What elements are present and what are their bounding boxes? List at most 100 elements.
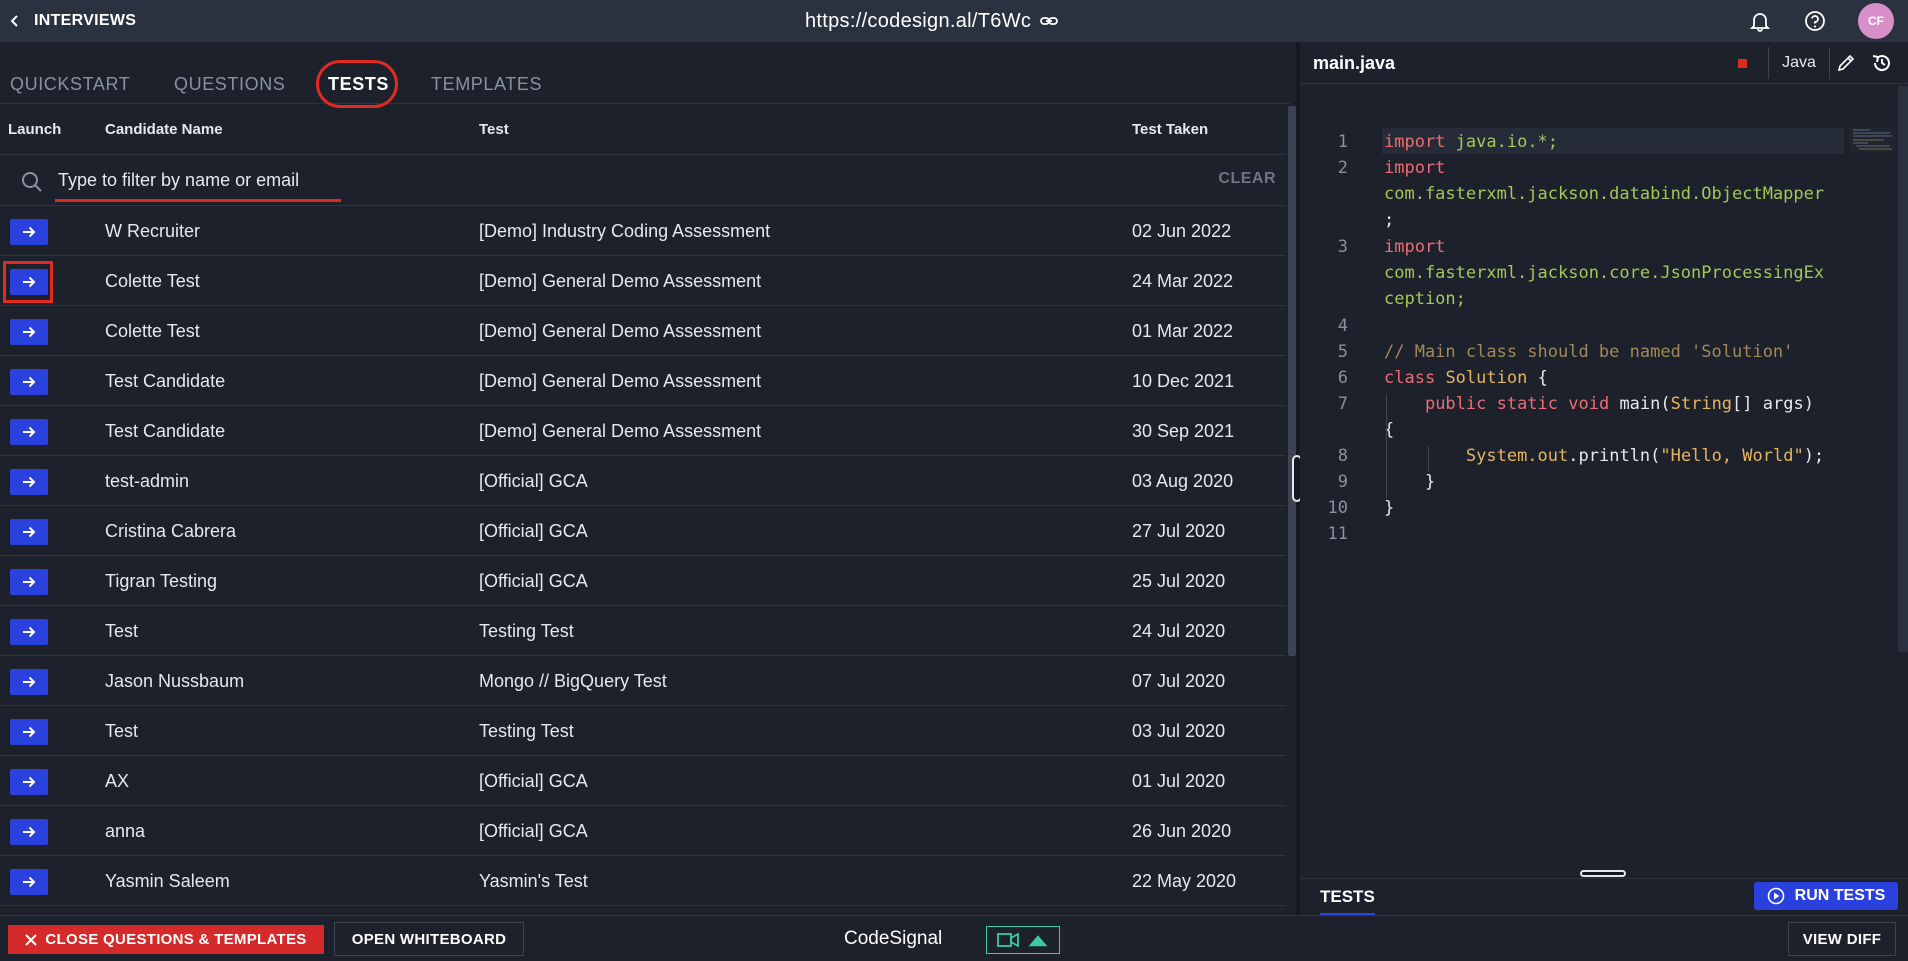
launch-button[interactable] [10, 419, 48, 445]
tab-questions[interactable]: QUESTIONS [174, 74, 285, 95]
launch-button[interactable] [10, 619, 48, 645]
tab-templates[interactable]: TEMPLATES [431, 74, 542, 95]
line-number: 4 [1337, 316, 1348, 336]
candidate-name: Colette Test [105, 271, 200, 291]
candidate-name: Test Candidate [105, 371, 226, 391]
table-row: Test Testing Test 03 Jul 2020 [0, 706, 1286, 756]
launch-button[interactable] [10, 569, 48, 595]
test-date: 22 May 2020 [1132, 871, 1237, 891]
code-line: ; [1384, 210, 1395, 230]
test-name: Yasmin's Test [479, 871, 588, 891]
close-questions-button[interactable]: CLOSE QUESTIONS & TEMPLATES [8, 925, 324, 954]
launch-button[interactable] [10, 219, 48, 245]
test-date: 27 Jul 2020 [1132, 521, 1226, 541]
table-row: Test Candidate [Demo] General Demo Assess… [0, 356, 1286, 406]
test-name: [Official] GCA [479, 471, 588, 491]
tab-tests[interactable]: TESTS [328, 74, 389, 95]
table-row: Colette Test [Demo] General Demo Assessme… [0, 306, 1286, 356]
candidate-name: anna [105, 821, 146, 841]
filter-row: CLEAR [0, 155, 1286, 206]
tab-tests-output[interactable]: TESTS [1320, 887, 1375, 915]
column-test[interactable]: Test [479, 121, 509, 138]
arrow-right-icon [23, 476, 36, 488]
launch-button[interactable] [10, 669, 48, 695]
top-bar: INTERVIEWS https://codesign.al/T6Wc CF [0, 0, 1908, 42]
tab-quickstart[interactable]: QUICKSTART [10, 74, 130, 95]
table-row: W Recruiter [Demo] Industry Coding Assess… [0, 206, 1286, 256]
column-candidate-name[interactable]: Candidate Name [105, 121, 223, 138]
bell-icon[interactable] [1746, 7, 1774, 35]
launch-button[interactable] [10, 869, 48, 895]
session-url[interactable]: https://codesign.al/T6Wc [805, 6, 1059, 36]
arrow-right-icon [23, 676, 36, 688]
launch-button[interactable] [10, 719, 48, 745]
test-name: [Demo] General Demo Assessment [479, 321, 762, 341]
candidate-name: Yasmin Saleem [105, 871, 230, 891]
code-editor[interactable]: 1 2 3 4 5 6 7 8 9 10 11 import java.io.*… [1300, 84, 1900, 864]
clear-filter-button[interactable]: CLEAR [1218, 170, 1276, 188]
line-number: 7 [1337, 394, 1348, 414]
candidate-name: Jason Nussbaum [105, 671, 245, 691]
test-date: 30 Sep 2021 [1132, 421, 1235, 441]
test-name: [Official] GCA [479, 571, 588, 591]
editor-header: main.java Java [1300, 42, 1908, 84]
launch-button[interactable] [10, 819, 48, 845]
candidate-name: Test Candidate [105, 421, 226, 441]
run-tests-label: RUN TESTS [1794, 887, 1886, 904]
launch-button[interactable] [10, 269, 48, 295]
chevron-left-icon [10, 15, 18, 27]
candidate-name: Test [105, 621, 139, 641]
arrow-right-icon [23, 426, 36, 438]
launch-button[interactable] [10, 369, 48, 395]
test-name: [Demo] General Demo Assessment [479, 371, 762, 391]
launch-button[interactable] [10, 469, 48, 495]
reset-history-icon[interactable] [1870, 51, 1894, 75]
code-minimap[interactable] [1850, 128, 1896, 152]
code-line: com.fasterxml.jackson.databind.ObjectMap… [1384, 184, 1825, 204]
test-date: 01 Jul 2020 [1132, 771, 1226, 791]
left-scrollbar[interactable] [1288, 106, 1296, 656]
editor-scrollbar[interactable] [1898, 86, 1908, 652]
code-line: import [1384, 158, 1446, 178]
video-camera-icon [997, 932, 1019, 948]
arrow-right-icon [23, 776, 36, 788]
view-diff-button[interactable]: VIEW DIFF [1788, 922, 1896, 956]
tests-panel: QUICKSTART QUESTIONS TESTS TEMPLATES Lau… [0, 42, 1290, 915]
pencil-icon[interactable] [1835, 52, 1857, 74]
tests-bar: TESTS RUN TESTS [1300, 878, 1908, 915]
test-name: [Demo] Industry Coding Assessment [479, 221, 771, 241]
test-date: 03 Aug 2020 [1132, 471, 1234, 491]
table-row: Test Testing Test 24 Jul 2020 [0, 606, 1286, 656]
file-tab[interactable]: main.java [1313, 53, 1395, 74]
arrow-right-icon [23, 576, 36, 588]
avatar[interactable]: CF [1858, 3, 1894, 39]
launch-button[interactable] [10, 319, 48, 345]
run-tests-button[interactable]: RUN TESTS [1754, 882, 1898, 910]
filter-input[interactable] [58, 165, 958, 195]
indent-guide [1386, 394, 1387, 498]
test-name: Mongo // BigQuery Test [479, 671, 667, 691]
open-whiteboard-button[interactable]: OPEN WHITEBOARD [334, 922, 524, 956]
table-row: anna [Official] GCA 26 Jun 2020 [0, 806, 1286, 856]
table-row: AX [Official] GCA 01 Jul 2020 [0, 756, 1286, 806]
camera-toggle-button[interactable] [986, 926, 1060, 954]
test-name: [Official] GCA [479, 821, 588, 841]
code-line: public static void main(String[] args) [1424, 394, 1814, 414]
language-selector[interactable]: Java [1768, 47, 1830, 79]
column-test-taken[interactable]: Test Taken [1132, 121, 1208, 138]
table-row: Cristina Cabrera [Official] GCA 27 Jul 202… [0, 506, 1286, 556]
table-header: Launch Candidate Name Test Test Taken [0, 105, 1286, 155]
vertical-resize-handle[interactable] [1580, 870, 1626, 877]
url-text: https://codesign.al/T6Wc [805, 9, 1032, 32]
table-row: Yasmin Saleem Yasmin's Test 22 May 2020 [0, 856, 1286, 906]
table-row: Jason Nussbaum Mongo // BigQuery Test 07 J… [0, 656, 1286, 706]
chevron-up-icon [1028, 935, 1048, 947]
table-row: Test Candidate [Demo] General Demo Assess… [0, 406, 1286, 456]
launch-button[interactable] [10, 519, 48, 545]
close-questions-label: CLOSE QUESTIONS & TEMPLATES [45, 931, 307, 948]
back-to-interviews[interactable]: INTERVIEWS [8, 8, 136, 34]
help-icon[interactable] [1801, 7, 1829, 35]
back-label: INTERVIEWS [34, 12, 137, 29]
launch-button[interactable] [10, 769, 48, 795]
test-name: Testing Test [479, 721, 574, 741]
